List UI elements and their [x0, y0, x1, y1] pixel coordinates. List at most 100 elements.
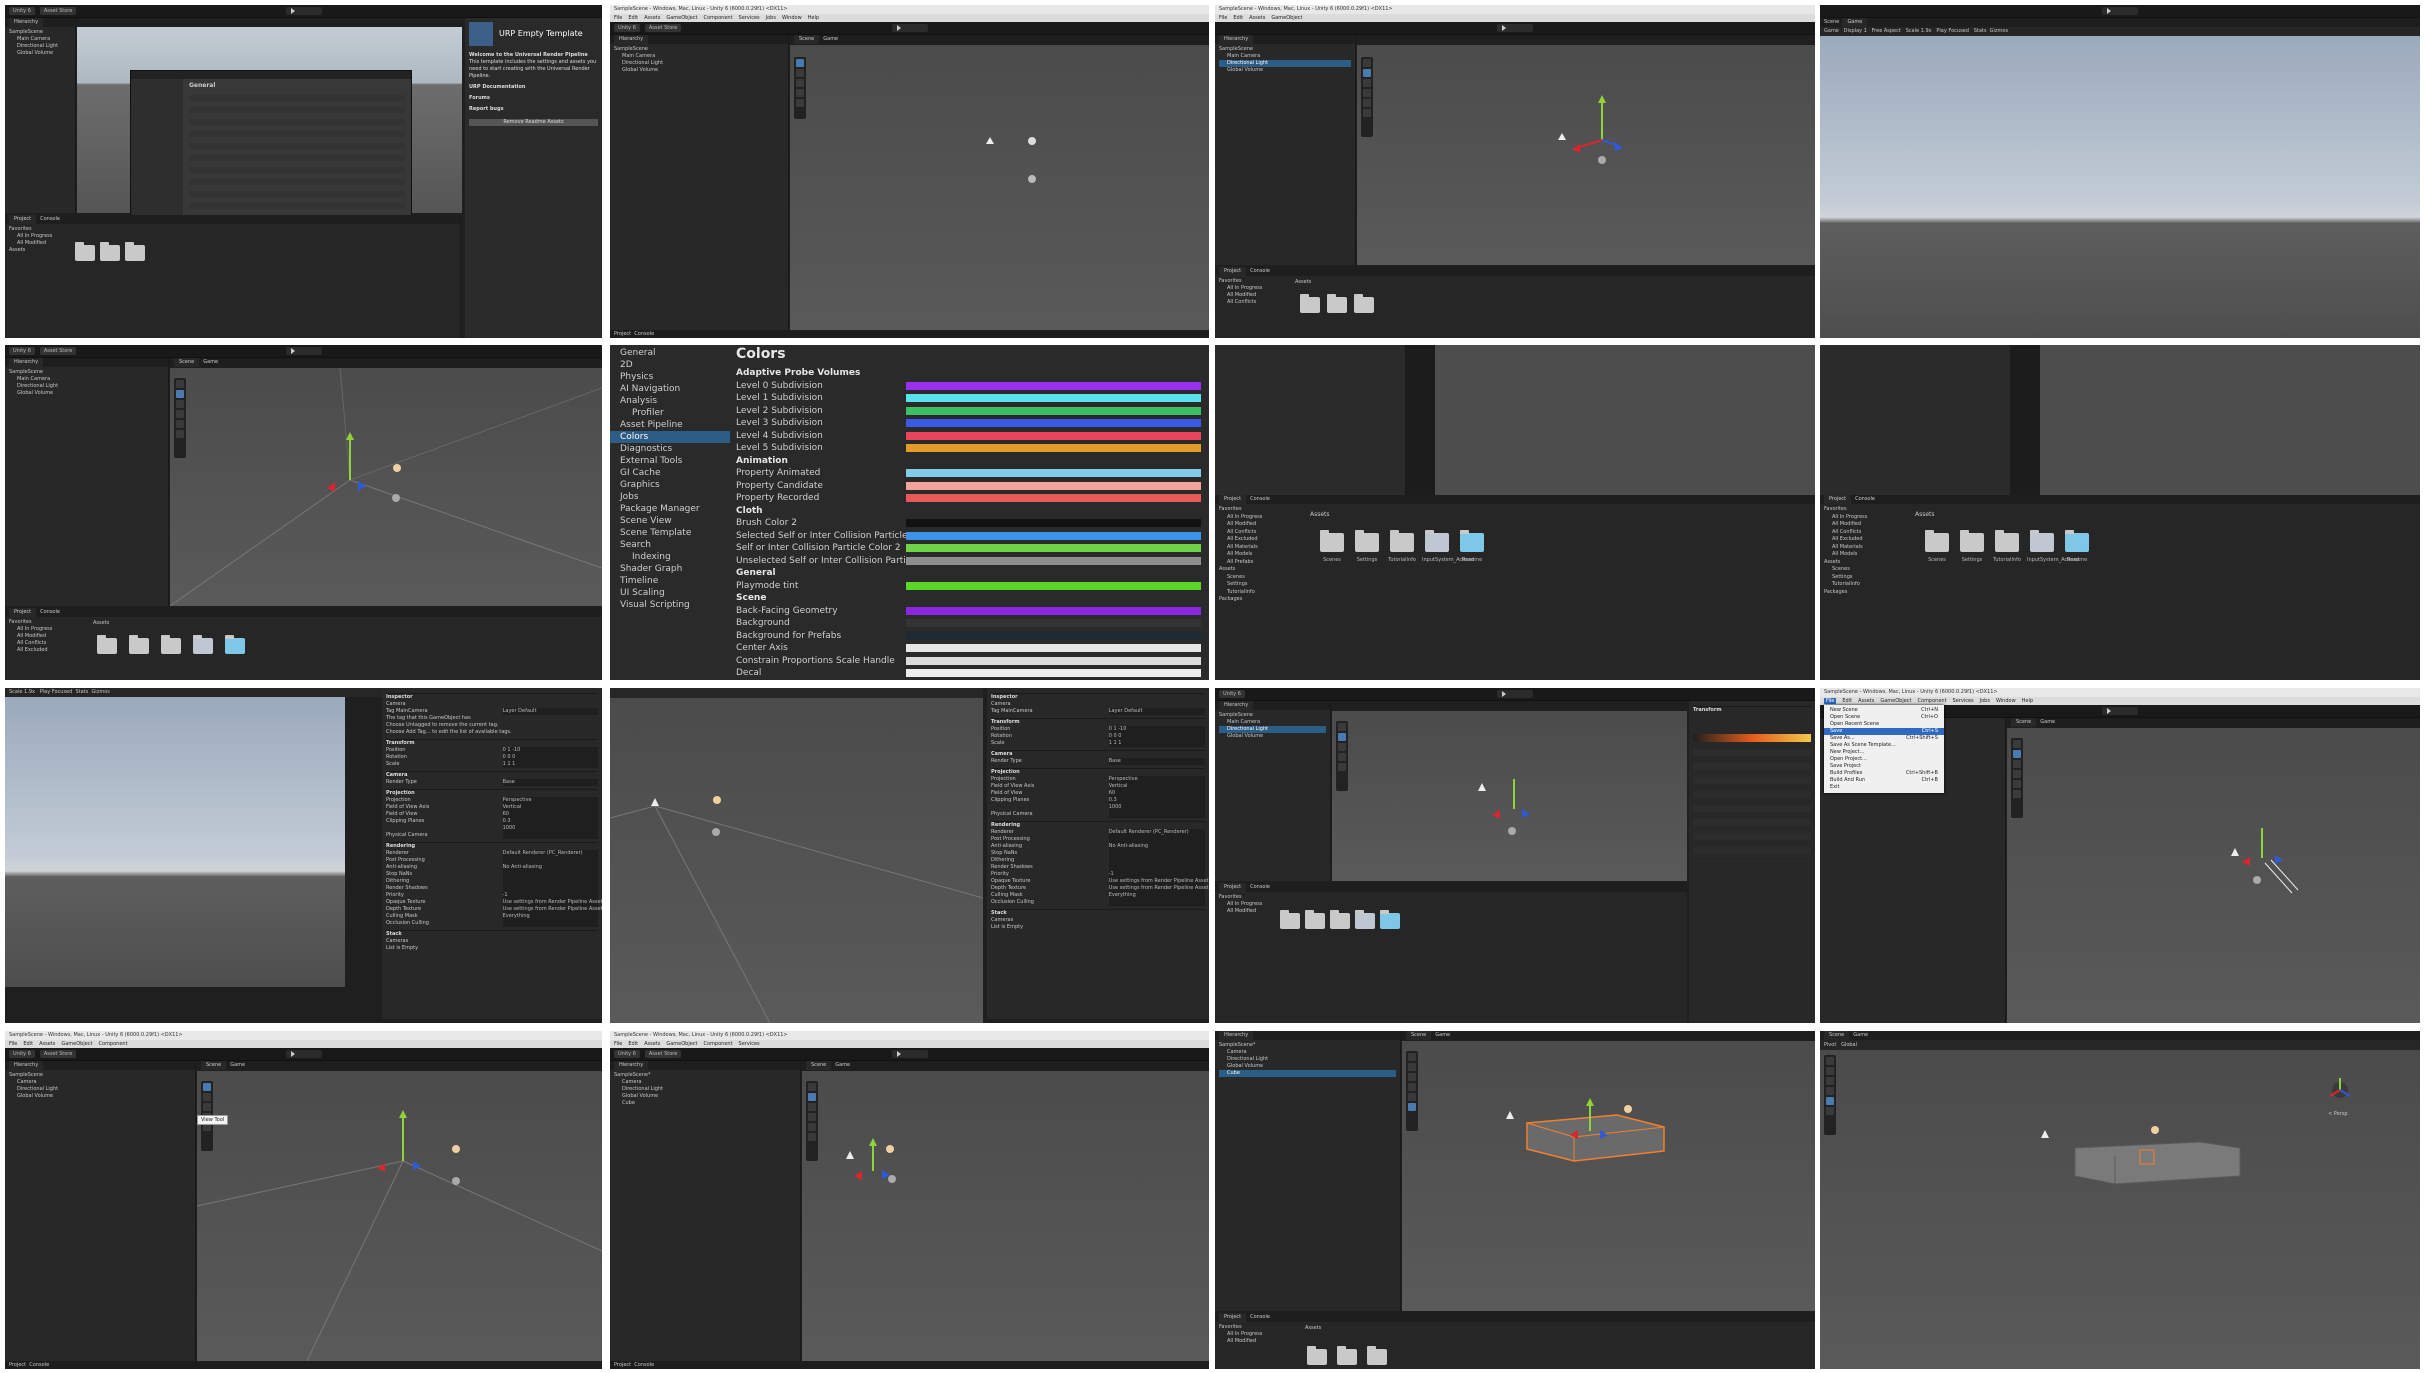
scene-view[interactable]	[1820, 1050, 2420, 1369]
menu-edit[interactable]: Edit	[1233, 15, 1243, 21]
aspect-dropdown[interactable]: Free Aspect	[1872, 28, 1901, 34]
menu-jobs[interactable]: Jobs	[1980, 698, 1990, 704]
pref-sidebar-item[interactable]: Shader Graph	[610, 563, 730, 575]
game-tab[interactable]: Game	[203, 359, 218, 365]
rendering-row[interactable]: Post Processing	[991, 836, 1205, 843]
project-tab[interactable]: Project	[1219, 1313, 1247, 1322]
scale-value[interactable]: 1.9x	[24, 689, 35, 695]
asset-store-button[interactable]: Asset Store	[39, 347, 77, 355]
favorites-label[interactable]: Favorites	[1219, 1324, 1299, 1331]
tree-item[interactable]: Directional Light	[1219, 1056, 1396, 1063]
folder-icon[interactable]	[97, 635, 117, 654]
account-button[interactable]: Unity 6	[9, 7, 35, 15]
tree-item[interactable]: Global Volume	[614, 67, 784, 74]
hierarchy-tab[interactable]: Hierarchy	[614, 1061, 649, 1070]
scene-tab[interactable]: Scene	[201, 1061, 227, 1070]
pref-sidebar-item[interactable]: GI Cache	[610, 467, 730, 479]
menu-edit[interactable]: Edit	[23, 1041, 33, 1047]
project-tab[interactable]: Project	[1219, 267, 1247, 276]
packages-node[interactable]: Packages	[1219, 596, 1299, 604]
tree-item[interactable]: Camera	[614, 1079, 796, 1086]
menu-services[interactable]: Services	[739, 1041, 760, 1047]
play-button[interactable]	[2102, 7, 2138, 15]
favorite-item[interactable]: All In Progress	[1219, 514, 1299, 522]
camera-header[interactable]: Camera	[386, 771, 598, 779]
folder-icon[interactable]	[125, 242, 145, 261]
tree-item-cube-selected[interactable]: Cube	[1219, 1070, 1396, 1077]
scene-root[interactable]: SampleScene	[9, 369, 164, 376]
hierarchy-tab[interactable]: Hierarchy	[9, 358, 44, 367]
color-swatch[interactable]	[906, 581, 1201, 590]
scene-tab[interactable]: Scene	[1824, 1031, 1850, 1040]
scale-row[interactable]: Scale 1 1 1	[991, 740, 1205, 747]
menu-component[interactable]: Component	[99, 1041, 128, 1047]
color-swatch[interactable]	[906, 419, 1201, 428]
tree-item[interactable]: Global Volume	[9, 1093, 191, 1100]
favorites-label[interactable]: Favorites	[1219, 506, 1299, 514]
pref-sidebar-item[interactable]: Visual Scripting	[610, 599, 730, 611]
color-swatch[interactable]	[906, 394, 1201, 403]
scene-tools-strip[interactable]	[2011, 738, 2023, 818]
rendering-row[interactable]: Culling Mask Everything	[991, 892, 1205, 899]
scene-root[interactable]: SampleScene	[1219, 46, 1351, 53]
rendering-row[interactable]: Renderer Default Renderer (PC_Renderer)	[991, 829, 1205, 836]
menu-component[interactable]: Component	[704, 1041, 733, 1047]
favorites-label[interactable]: Favorites	[9, 226, 69, 233]
assets-child[interactable]: Scenes	[1824, 566, 1904, 574]
pref-sidebar-item[interactable]: Physics	[610, 371, 730, 383]
file-menu-item[interactable]: Open Project...	[1824, 756, 1944, 763]
tree-item-selected[interactable]: Directional Light	[1219, 60, 1351, 67]
scene-tools-strip[interactable]	[174, 378, 186, 458]
project-tab[interactable]: Project	[1219, 883, 1247, 892]
tag-layer-row[interactable]: Tag MainCamera Layer Default	[991, 708, 1205, 715]
project-tab[interactable]: Project	[614, 331, 631, 337]
readme-icon[interactable]	[1460, 530, 1484, 552]
rendering-row[interactable]: Dithering	[991, 857, 1205, 864]
file-menu-item[interactable]: Save As Scene Template...	[1824, 742, 1944, 749]
scene-tools-strip[interactable]	[794, 57, 806, 119]
tree-item[interactable]: Global Volume	[1219, 733, 1326, 740]
tree-item[interactable]: Global Volume	[1219, 1063, 1396, 1070]
pref-sidebar-item[interactable]: 2D	[610, 359, 730, 371]
scene-view[interactable]	[802, 1071, 1209, 1361]
display-dropdown[interactable]: Display 1	[1844, 28, 1867, 34]
pref-sidebar-item[interactable]: Profiler	[610, 407, 730, 419]
assets-child[interactable]: TutorialInfo	[1824, 581, 1904, 589]
hierarchy-tab[interactable]: Hierarchy	[9, 18, 44, 27]
account-button[interactable]: Unity 6	[9, 347, 35, 355]
folder-icon[interactable]	[1280, 910, 1300, 929]
menu-assets[interactable]: Assets	[39, 1041, 55, 1047]
projection-row[interactable]: Projection Perspective	[386, 797, 598, 804]
rendering-row[interactable]: Post Processing	[386, 857, 598, 864]
rotation-row[interactable]: Rotation 0 0 0	[386, 754, 598, 761]
file-menu-item[interactable]: Open Scene Ctrl+O	[1824, 714, 1944, 721]
folder-icon[interactable]	[1367, 1346, 1387, 1365]
project-tab[interactable]: Project	[1219, 495, 1247, 504]
favorite-item[interactable]: All In Progress	[1219, 285, 1289, 292]
asset-store-button[interactable]: Asset Store	[644, 24, 682, 32]
favorite-item[interactable]: All Modified	[9, 633, 89, 640]
rendering-row[interactable]: Anti-aliasing No Anti-aliasing	[386, 864, 598, 871]
gizmos-button[interactable]: Gizmos	[91, 689, 109, 695]
scene-view[interactable]	[790, 45, 1209, 338]
console-tab[interactable]: Console	[1855, 496, 1875, 502]
menu-edit[interactable]: Edit	[1842, 698, 1852, 704]
menu-gameobject[interactable]: GameObject	[61, 1041, 92, 1047]
scene-root[interactable]: SampleScene	[1219, 712, 1326, 719]
remove-readme-button[interactable]: Remove Readme Assets	[469, 119, 598, 126]
folder-icon[interactable]	[129, 635, 149, 654]
favorite-item[interactable]: All In Progress	[1219, 901, 1279, 908]
file-menu-item[interactable]: Open Recent Scene	[1824, 721, 1944, 728]
hierarchy-tab[interactable]: Hierarchy	[1219, 35, 1254, 44]
render-type-row[interactable]: Render Type Base	[991, 758, 1205, 765]
menu-component[interactable]: Component	[704, 15, 733, 21]
packages-node[interactable]: Packages	[1824, 589, 1904, 597]
menu-file[interactable]: File	[1219, 15, 1227, 21]
input-actions-icon[interactable]	[2030, 530, 2054, 552]
scene-tab[interactable]: Scene	[806, 1061, 832, 1070]
menu-jobs[interactable]: Jobs	[766, 15, 776, 21]
projection-row[interactable]: Field of View 60	[991, 790, 1205, 797]
tree-item[interactable]: Main Camera	[1219, 53, 1351, 60]
projection-row[interactable]: Physical Camera	[991, 811, 1205, 818]
tree-item[interactable]: Directional Light	[614, 60, 784, 67]
